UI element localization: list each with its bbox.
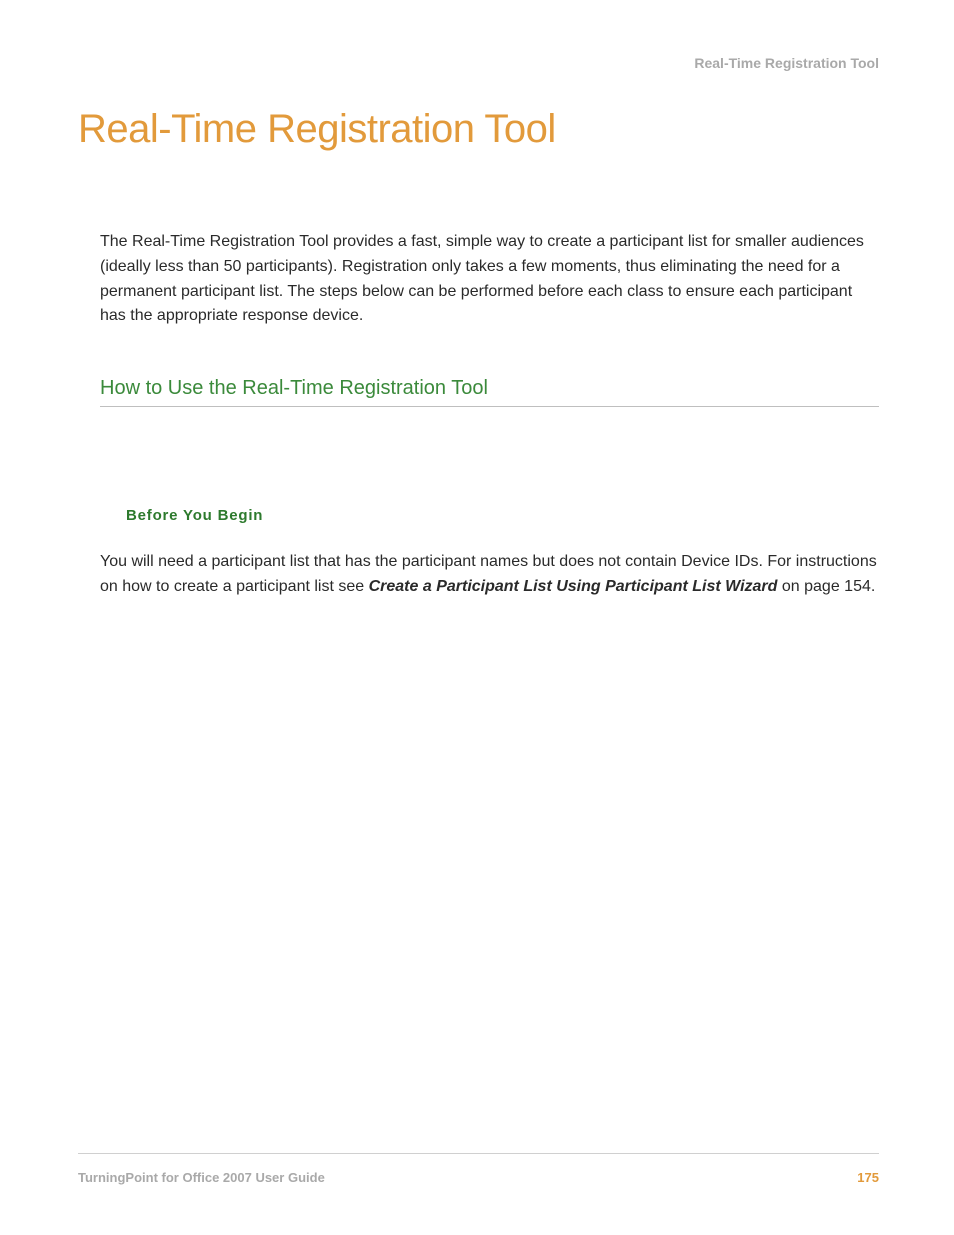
before-you-begin-paragraph: You will need a participant list that ha… bbox=[100, 550, 879, 600]
footer-page-number: 175 bbox=[857, 1170, 879, 1185]
page-title: Real-Time Registration Tool bbox=[78, 107, 879, 152]
footer-guide-name: TurningPoint for Office 2007 User Guide bbox=[78, 1170, 325, 1185]
intro-paragraph: The Real-Time Registration Tool provides… bbox=[100, 230, 879, 329]
running-head: Real-Time Registration Tool bbox=[78, 55, 879, 71]
byb-text-2: on page 154. bbox=[777, 578, 875, 595]
page-footer: TurningPoint for Office 2007 User Guide … bbox=[78, 1153, 879, 1185]
before-you-begin-heading: Before You Begin bbox=[126, 507, 879, 524]
section-heading: How to Use the Real-Time Registration To… bbox=[100, 377, 879, 407]
cross-reference-link[interactable]: Create a Participant List Using Particip… bbox=[369, 578, 778, 595]
